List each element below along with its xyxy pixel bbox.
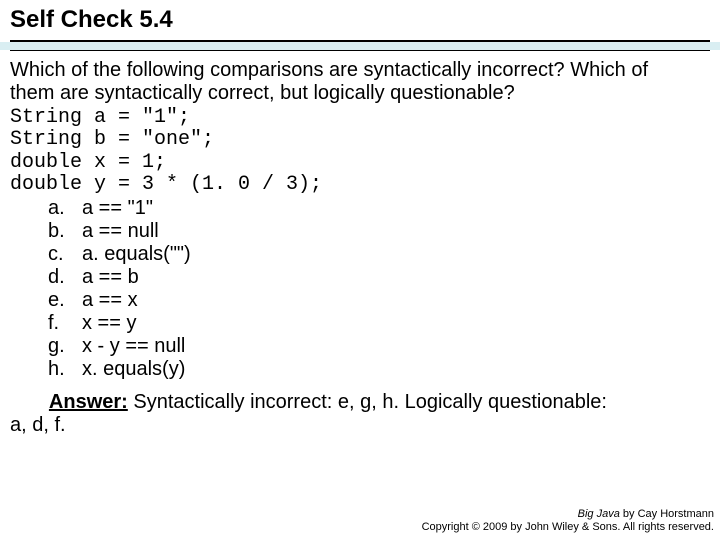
answer-block: Answer: Syntactically incorrect: e, g, h…	[10, 391, 710, 414]
option-b: b.a == null	[48, 220, 710, 243]
option-f: f.x == y	[48, 312, 710, 335]
footer: Big Java by Cay Horstmann Copyright © 20…	[422, 508, 714, 534]
question-line-2: them are syntactically correct, but logi…	[10, 82, 515, 104]
option-label: d.	[48, 266, 82, 289]
option-e: e.a == x	[48, 289, 710, 312]
option-text: x. equals(y)	[82, 358, 185, 381]
code-line-2: String b = "one";	[10, 128, 214, 151]
option-text: a == b	[82, 266, 139, 289]
page-title: Self Check 5.4	[10, 6, 710, 34]
option-a: a.a == "1"	[48, 197, 710, 220]
option-label: h.	[48, 358, 82, 381]
option-d: d.a == b	[48, 266, 710, 289]
option-label: a.	[48, 197, 82, 220]
option-text: a. equals("")	[82, 243, 191, 266]
answer-label: Answer:	[49, 391, 128, 413]
option-text: a == x	[82, 289, 138, 312]
code-line-3: double x = 1;	[10, 151, 166, 174]
question-line-1: Which of the following comparisons are s…	[10, 59, 648, 81]
footer-line-1: Big Java by Cay Horstmann	[422, 508, 714, 521]
book-title: Big Java	[578, 508, 620, 520]
code-block: String a = "1"; String b = "one"; double…	[10, 107, 710, 197]
option-g: g.x - y == null	[48, 335, 710, 358]
option-label: f.	[48, 312, 82, 335]
options-list: a.a == "1" b.a == null c.a. equals("") d…	[48, 197, 710, 381]
sub-divider	[10, 50, 710, 51]
option-label: c.	[48, 243, 82, 266]
answer-continuation: a, d, f.	[10, 414, 710, 437]
option-text: x - y == null	[82, 335, 185, 358]
answer-text: Syntactically incorrect: e, g, h. Logica…	[128, 391, 607, 413]
option-label: b.	[48, 220, 82, 243]
option-h: h.x. equals(y)	[48, 358, 710, 381]
option-text: x == y	[82, 312, 136, 335]
option-text: a == null	[82, 220, 159, 243]
option-label: e.	[48, 289, 82, 312]
book-author: by Cay Horstmann	[620, 508, 714, 520]
code-line-1: String a = "1";	[10, 106, 190, 129]
footer-line-2: Copyright © 2009 by John Wiley & Sons. A…	[422, 521, 714, 534]
title-accent-bar	[0, 42, 720, 50]
option-text: a == "1"	[82, 197, 153, 220]
option-label: g.	[48, 335, 82, 358]
option-c: c.a. equals("")	[48, 243, 710, 266]
code-line-4: double y = 3 * (1. 0 / 3);	[10, 173, 322, 196]
question-text: Which of the following comparisons are s…	[10, 59, 710, 105]
